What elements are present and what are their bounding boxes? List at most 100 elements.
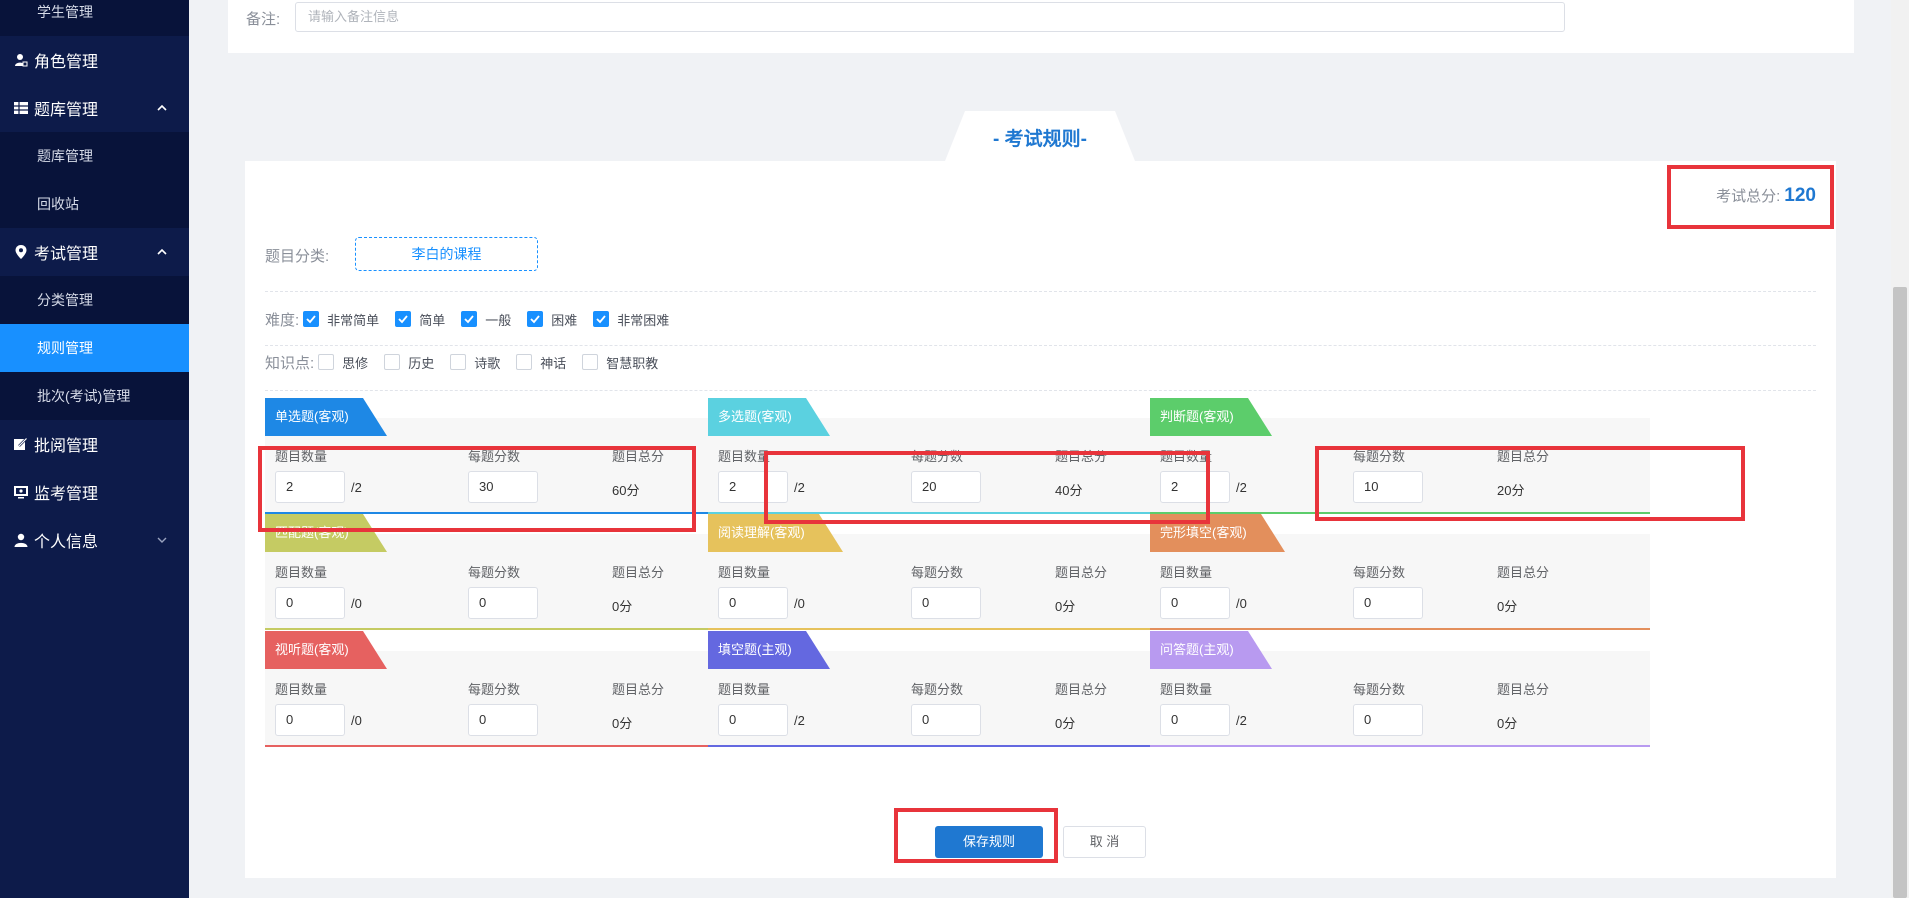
- question-count-input[interactable]: 0: [718, 587, 788, 619]
- total-score-header: 题目总分: [612, 682, 665, 697]
- per-question-score-input[interactable]: 0: [911, 704, 981, 736]
- remark-label: 备注:: [246, 11, 281, 28]
- highlight-box-multi-choice: [764, 451, 1210, 524]
- total-score-header: 题目总分: [1055, 682, 1108, 697]
- question-total-score: 0分: [1497, 716, 1518, 731]
- question-count-max: /0: [1236, 596, 1247, 611]
- option-label: 历史: [408, 355, 435, 371]
- sidebar-item-category-management[interactable]: 分类管理: [0, 276, 189, 324]
- card-title-tag: 单选题(客观): [265, 398, 387, 438]
- card-title: 问答题(主观): [1160, 642, 1234, 657]
- per-question-score-input[interactable]: 0: [1353, 587, 1423, 619]
- per-question-score-input[interactable]: 0: [468, 704, 538, 736]
- question-total-score: 0分: [1055, 716, 1076, 731]
- per-score-header: 每题分数: [468, 682, 521, 697]
- checkbox-unchecked[interactable]: [516, 354, 533, 370]
- sidebar-item-role-management[interactable]: 角色管理: [0, 36, 189, 84]
- per-question-score-input[interactable]: 0: [1353, 704, 1423, 736]
- card-title-tag: 判断题(客观): [1150, 398, 1272, 438]
- count-header: 题目数量: [1160, 682, 1213, 697]
- checkbox-checked[interactable]: [593, 311, 610, 327]
- checkbox-checked[interactable]: [527, 311, 544, 327]
- question-type-card: 阅读理解(客观) 题目数量 每题分数 题目总分 0/0 0 0分: [708, 514, 1208, 634]
- chevron-up-icon: [155, 245, 169, 259]
- checkbox-unchecked[interactable]: [450, 354, 467, 370]
- difficulty-option[interactable]: 非常简单: [303, 310, 379, 329]
- cancel-button[interactable]: 取 消: [1063, 826, 1146, 858]
- card-title-tag: 填空题(主观): [708, 631, 830, 671]
- highlight-box-save: [894, 808, 1058, 863]
- user-icon: [14, 533, 28, 547]
- knowledge-label: 知识点:: [265, 354, 315, 372]
- checkbox-unchecked[interactable]: [384, 354, 401, 370]
- option-label: 智慧职教: [606, 355, 659, 371]
- category-selector[interactable]: 李白的课程: [355, 237, 538, 271]
- question-count-input[interactable]: 0: [275, 587, 345, 619]
- difficulty-option[interactable]: 非常困难: [593, 310, 669, 329]
- remark-panel: 备注: 请输入备注信息: [228, 0, 1854, 53]
- difficulty-option[interactable]: 一般: [461, 310, 511, 329]
- question-count-max: /0: [351, 713, 362, 728]
- question-total-score: 0分: [612, 716, 633, 731]
- remark-input[interactable]: 请输入备注信息: [295, 2, 1565, 32]
- option-label: 一般: [485, 312, 512, 328]
- card-title-tag: 视听题(客观): [265, 631, 387, 671]
- sidebar-item-grading-management[interactable]: 批阅管理: [0, 420, 189, 468]
- sidebar-item-batch-management[interactable]: 批次(考试)管理: [0, 372, 189, 420]
- total-score-header: 题目总分: [612, 565, 665, 580]
- question-count-input[interactable]: 0: [1160, 587, 1230, 619]
- user-role-icon: [14, 53, 28, 67]
- question-type-card: 问答题(主观) 题目数量 每题分数 题目总分 0/2 0 0分: [1150, 631, 1650, 751]
- knowledge-option[interactable]: 神话: [516, 353, 566, 372]
- sidebar-item-proctor-management[interactable]: 监考管理: [0, 468, 189, 516]
- question-type-card: 完形填空(客观) 题目数量 每题分数 题目总分 0/0 0 0分: [1150, 514, 1650, 634]
- divider: [265, 345, 1816, 346]
- per-score-header: 每题分数: [1353, 565, 1406, 580]
- checkbox-checked[interactable]: [461, 311, 478, 327]
- checkbox-checked[interactable]: [303, 311, 320, 327]
- checkbox-unchecked[interactable]: [318, 354, 335, 370]
- per-score-header: 每题分数: [911, 682, 964, 697]
- per-question-score-input[interactable]: 0: [911, 587, 981, 619]
- monitor-icon: [14, 485, 28, 499]
- sidebar-item-rule-management[interactable]: 规则管理: [0, 324, 189, 372]
- category-label: 题目分类:: [265, 248, 330, 265]
- sidebar-item-question-bank-sub[interactable]: 题库管理: [0, 132, 189, 180]
- per-question-score-input[interactable]: 0: [468, 587, 538, 619]
- knowledge-row: 知识点: 思修 历史 诗歌 神话 智慧职教: [265, 350, 674, 374]
- question-count-input[interactable]: 0: [1160, 704, 1230, 736]
- question-count-input[interactable]: 0: [718, 704, 788, 736]
- card-title: 判断题(客观): [1160, 409, 1234, 424]
- knowledge-option[interactable]: 思修: [318, 353, 368, 372]
- count-header: 题目数量: [275, 682, 328, 697]
- card-title: 填空题(主观): [718, 642, 792, 657]
- checkbox-checked[interactable]: [395, 311, 412, 327]
- knowledge-option[interactable]: 诗歌: [450, 353, 500, 372]
- divider: [265, 390, 1816, 391]
- question-total-score: 0分: [1497, 599, 1518, 614]
- knowledge-option[interactable]: 历史: [384, 353, 434, 372]
- knowledge-option[interactable]: 智慧职教: [582, 353, 658, 372]
- question-count-max: /0: [351, 596, 362, 611]
- sidebar-item-question-bank[interactable]: 题库管理: [0, 84, 189, 132]
- option-label: 神话: [540, 355, 567, 371]
- difficulty-options: 非常简单 简单 一般 困难 非常困难: [303, 310, 685, 329]
- checkbox-unchecked[interactable]: [582, 354, 599, 370]
- question-count-input[interactable]: 0: [275, 704, 345, 736]
- card-title: 单选题(客观): [275, 409, 349, 424]
- question-count-max: /2: [1236, 713, 1247, 728]
- sidebar-item-recycle-bin[interactable]: 回收站: [0, 180, 189, 228]
- sidebar: 学生管理 角色管理 题库管理 题库管理 回收站 考试管理 分类管理 规则管理 批…: [0, 0, 189, 898]
- rules-title: - 考试规则-: [993, 129, 1087, 150]
- difficulty-option[interactable]: 困难: [527, 310, 577, 329]
- sidebar-item-exam-management[interactable]: 考试管理: [0, 228, 189, 276]
- rules-tab: - 考试规则-: [945, 111, 1135, 161]
- count-header: 题目数量: [718, 449, 771, 464]
- sidebar-item-student-management[interactable]: 学生管理: [0, 0, 189, 36]
- difficulty-option[interactable]: 简单: [395, 310, 445, 329]
- knowledge-options: 思修 历史 诗歌 神话 智慧职教: [318, 353, 674, 372]
- highlight-box-single-choice: [258, 446, 696, 532]
- sidebar-item-personal-info[interactable]: 个人信息: [0, 516, 189, 564]
- map-pin-icon: [14, 245, 28, 259]
- scrollbar-thumb[interactable]: [1893, 287, 1907, 898]
